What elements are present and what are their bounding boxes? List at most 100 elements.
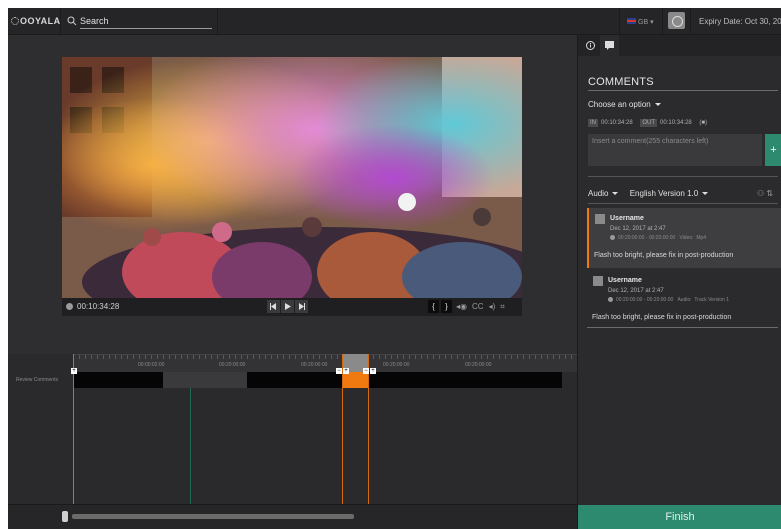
timeline: 00:00:02:00 00:20:00:00 00:20:00:00 00:2… <box>8 354 577 504</box>
comment-date: Dec 12, 2017 at 2:47 <box>610 226 666 232</box>
volume-icon[interactable]: ◂) <box>489 302 496 311</box>
version-filter-label: English Version 1.0 <box>629 189 699 198</box>
transport-controls <box>267 300 309 318</box>
track-label: Review Comments <box>16 377 58 383</box>
out-time: 00:10:34:28 <box>660 120 692 126</box>
comment-meta: 00:20:00:00 - 00:20:00:00 Video: Mp4 <box>610 235 706 241</box>
comment-item[interactable]: Username Dec 12, 2017 at 2:47 00:20:00:0… <box>587 208 781 268</box>
comment-avatar <box>593 276 603 286</box>
option-dropdown-label: Choose an option <box>588 100 651 109</box>
comment-meta: 00:20:00:00 - 00:20:00:00 Audio: Track V… <box>608 297 729 303</box>
in-marker-line[interactable] <box>73 354 74 504</box>
search-box <box>60 8 218 35</box>
closed-captions-button[interactable]: CC <box>472 302 484 311</box>
comment-kind: Video: <box>679 235 694 241</box>
comment-username: Username <box>610 215 644 222</box>
divider <box>587 327 778 328</box>
player-options: ◂◉ CC ◂) ⌗ <box>456 302 510 312</box>
type-filter-dropdown[interactable]: Audio <box>588 189 619 198</box>
divider <box>588 176 778 177</box>
out-tag[interactable]: OUT <box>640 119 658 127</box>
user-avatar[interactable] <box>668 12 685 29</box>
language-label: GB <box>638 19 649 26</box>
speech-bubble-icon <box>605 41 614 50</box>
language-selector[interactable]: GB ▾ <box>619 8 663 35</box>
comment-range: 00:20:00:00 - 00:20:00:00 <box>616 297 674 303</box>
logo-mark-icon <box>11 17 19 25</box>
track-segment[interactable] <box>163 372 247 388</box>
play-button[interactable] <box>281 300 294 313</box>
tick-label: 00:20:00:00 <box>383 362 410 368</box>
divider <box>588 203 778 204</box>
clock-icon <box>610 235 615 240</box>
previous-frame-button[interactable] <box>267 300 280 313</box>
sort-icon[interactable]: ⇅ <box>766 189 773 198</box>
ruler-ticks <box>73 355 577 359</box>
search-input[interactable] <box>80 14 212 29</box>
finish-button[interactable]: Finish <box>578 505 781 529</box>
mark-in-button[interactable]: { <box>428 300 439 313</box>
step-back-icon <box>270 303 276 310</box>
divider <box>588 90 778 91</box>
marker-plus-icon[interactable]: + <box>343 368 349 374</box>
tick-label: 00:20:00:00 <box>219 362 246 368</box>
selection-end-line[interactable] <box>368 354 369 504</box>
play-icon <box>285 303 291 310</box>
in-time: 00:10:34:28 <box>601 120 633 126</box>
comment-track[interactable] <box>73 372 562 388</box>
uk-flag-icon <box>627 18 636 24</box>
tick-label: 00:20:00:00 <box>465 362 492 368</box>
comment-username: Username <box>608 277 642 284</box>
current-timecode: 00:10:34:28 <box>77 302 120 311</box>
option-dropdown[interactable]: Choose an option <box>588 100 661 109</box>
caret-down-icon <box>702 192 709 195</box>
caret-down-icon <box>612 192 619 195</box>
comment-text: Flash too bright, please fix in post-pro… <box>592 314 732 321</box>
playhead-dot-icon <box>66 303 73 310</box>
comment-range: 00:20:00:00 - 00:20:00:00 <box>618 235 676 241</box>
chevron-down-icon: ▾ <box>650 19 654 26</box>
marker-toggle[interactable]: (■) <box>699 120 707 126</box>
marker-plus-icon[interactable]: + <box>370 368 376 374</box>
mark-out-button[interactable]: } <box>441 300 452 313</box>
video-still <box>62 57 522 298</box>
in-tag[interactable]: IN <box>588 119 598 127</box>
video-frame[interactable] <box>62 57 522 298</box>
next-frame-button[interactable] <box>295 300 308 313</box>
version-filter-dropdown[interactable]: English Version 1.0 <box>630 189 709 198</box>
fullscreen-icon[interactable]: ⌗ <box>500 302 505 311</box>
comment-input[interactable] <box>588 134 762 166</box>
comment-track: Mp4 <box>696 235 707 241</box>
logo[interactable]: OOYALA <box>11 16 61 26</box>
selected-segment[interactable] <box>342 372 369 388</box>
group-users-icon[interactable]: ⚇ <box>757 189 764 198</box>
search-icon[interactable] <box>67 16 77 26</box>
comment-text: Flash too bright, please fix in post-pro… <box>594 252 734 259</box>
marker-minus-icon[interactable]: − <box>363 368 369 374</box>
logo-text: OOYALA <box>20 16 61 26</box>
tab-comments[interactable] <box>600 35 619 56</box>
info-icon <box>586 41 595 50</box>
add-marker-icon[interactable]: + <box>71 368 77 374</box>
selection-start-line[interactable] <box>342 354 343 504</box>
type-filter-label: Audio <box>588 189 609 198</box>
add-comment-button[interactable]: + <box>765 134 781 166</box>
scroll-handle[interactable] <box>62 511 68 522</box>
audio-waveform-icon[interactable]: ◂◉ <box>456 302 467 311</box>
comment-item[interactable]: Username Dec 12, 2017 at 2:47 00:20:00:0… <box>587 270 781 328</box>
caret-down-icon <box>654 103 661 106</box>
comments-panel: COMMENTS Choose an option IN 00:10:34:28 … <box>577 35 781 529</box>
timeline-ruler[interactable]: 00:00:02:00 00:20:00:00 00:20:00:00 00:2… <box>73 354 577 372</box>
marker-minus-icon[interactable]: − <box>336 368 342 374</box>
playhead-line[interactable] <box>190 388 191 504</box>
panel-title: COMMENTS <box>588 76 654 88</box>
comment-track: Track Version 1 <box>694 297 729 303</box>
scroll-track[interactable] <box>72 514 354 519</box>
timeline-scrollbar <box>8 504 577 529</box>
player-controls: 00:10:34:28 { } ◂◉ CC ◂) ⌗ <box>62 298 522 316</box>
comment-avatar <box>595 214 605 224</box>
in-out-row: IN 00:10:34:28 OUT 00:10:34:28 (■) <box>588 119 707 127</box>
tab-info[interactable] <box>581 35 600 56</box>
comment-date: Dec 12, 2017 at 2:47 <box>608 288 664 294</box>
comment-kind: Audio: <box>677 297 692 303</box>
